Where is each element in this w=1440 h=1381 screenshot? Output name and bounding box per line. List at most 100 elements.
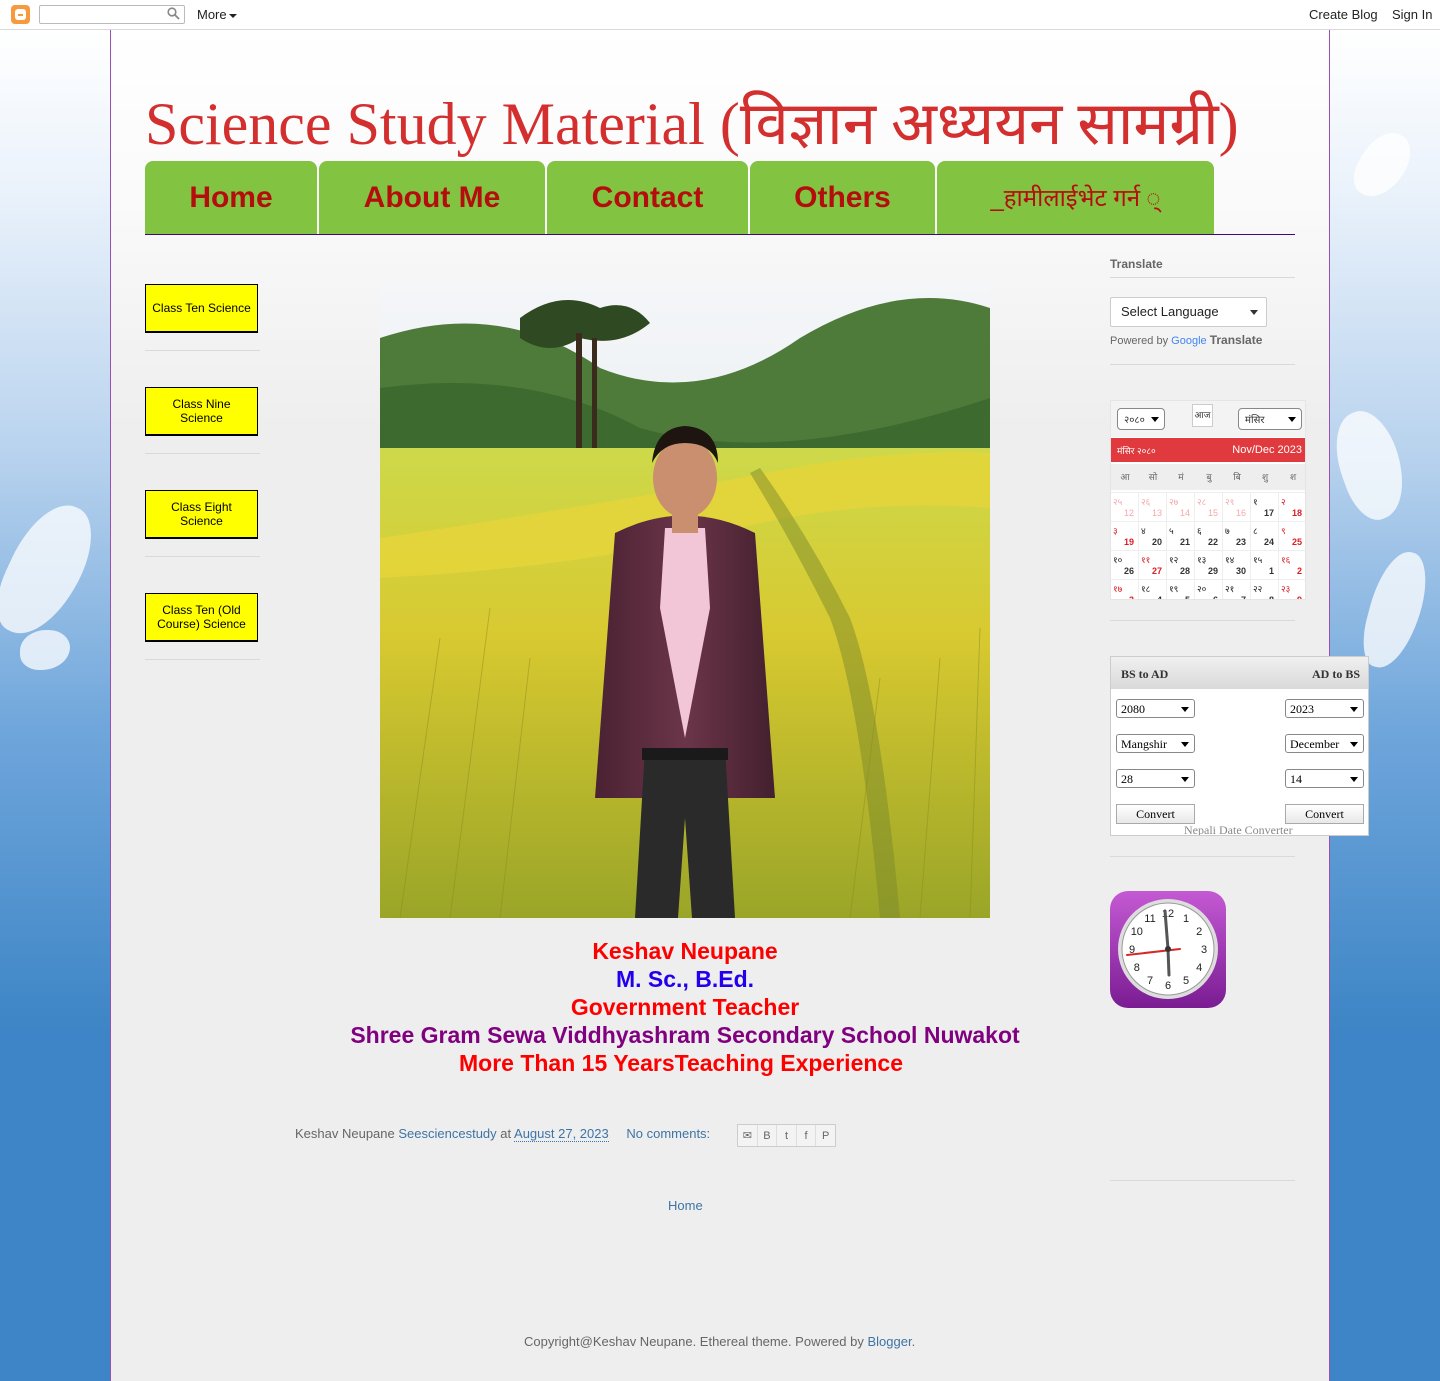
tab-others[interactable]: Others [750,161,935,234]
calendar-day-cell[interactable]: २२ 8 [1251,580,1279,599]
calendar-nepali-date: ४ [1141,526,1146,536]
bio-school: Shree Gram Sewa Viddhyashram Secondary S… [350,1022,1020,1048]
translate-link[interactable]: Translate [1210,333,1263,347]
twitter-share-icon[interactable]: t [777,1125,797,1146]
class-ten-old-course-science-button[interactable]: Class Ten (Old Course) Science [145,593,258,642]
tab-home[interactable]: Home [145,161,317,234]
calendar-day-cell[interactable]: १५ 1 [1251,551,1279,579]
class-eight-science-button[interactable]: Class Eight Science [145,490,258,539]
sign-in-link[interactable]: Sign In [1392,7,1432,22]
tab-visit-us[interactable]: _हामीलाईभेट गर्न ् [937,161,1214,234]
calendar-day-cell[interactable]: ५ 21 [1167,522,1195,550]
calendar-day-cell[interactable]: १० 26 [1111,551,1139,579]
navbar-search-input[interactable] [39,5,185,24]
calendar-day-cell[interactable]: २० 6 [1195,580,1223,599]
blogger-link[interactable]: Blogger [867,1334,911,1349]
calendar-english-date: 24 [1263,537,1274,547]
create-blog-link[interactable]: Create Blog [1309,7,1378,22]
convert-ad-to-bs-button[interactable]: Convert [1285,804,1364,824]
calendar-nepali-month: मंसिर २०८० [1117,446,1156,456]
home-link[interactable]: Home [668,1198,703,1213]
calendar-day-cell[interactable]: २५ 12 [1111,493,1139,521]
bs-year-select[interactable]: 2080 [1116,699,1195,718]
post-comments-link[interactable]: No comments: [626,1126,710,1141]
convert-bs-to-ad-button[interactable]: Convert [1116,804,1195,824]
calendar-month-select[interactable]: मंसिर [1238,408,1302,430]
ad-year-select[interactable]: 2023 [1285,699,1364,718]
clock-number: 7 [1147,975,1153,987]
search-icon[interactable] [167,7,180,20]
calendar-english-date: 14 [1179,508,1190,518]
calendar-week-row: १७ 3 १८ 4 १९ 5 २० 6 २१ 7 २२ 8 २३ 9 [1111,579,1305,600]
blogger-navbar: More Create Blog Sign In [0,0,1440,30]
post-label-link[interactable]: Seesciencestudy [398,1126,496,1141]
calendar-day-cell[interactable]: १ 17 [1251,493,1279,521]
facebook-share-icon[interactable]: f [797,1125,817,1146]
calendar-day-cell[interactable]: २१ 7 [1223,580,1251,599]
navbar-more-label[interactable]: More [197,7,227,22]
blog-title[interactable]: Science Study Material (विज्ञान अध्ययन स… [145,80,1239,162]
calendar-year-select[interactable]: २०८० [1117,408,1165,430]
translate-title: Translate [1110,257,1163,271]
calendar-day-cell[interactable]: ८ 24 [1251,522,1279,550]
calendar-day-cell[interactable]: १९ 5 [1167,580,1195,599]
calendar-day-cell[interactable]: २३ 9 [1279,580,1305,600]
calendar-day-cell[interactable]: २७ 14 [1167,493,1195,521]
ad-day-select[interactable]: 14 [1285,769,1364,788]
calendar-day-cell[interactable]: ९ 25 [1279,522,1305,550]
calendar-nepali-date: १५ [1253,555,1263,565]
calendar-day-cell[interactable]: ४ 20 [1139,522,1167,550]
calendar-day-cell[interactable]: १८ 4 [1139,580,1167,599]
blogger-logo-icon[interactable] [11,5,30,24]
calendar-day-cell[interactable]: ७ 23 [1223,522,1251,550]
calendar-day-cell[interactable]: १२ 28 [1167,551,1195,579]
calendar-nepali-date: २९ [1225,497,1235,507]
copyright-period: . [911,1334,916,1349]
sidebar-divider [145,659,260,660]
calendar-day-cell[interactable]: २६ 13 [1139,493,1167,521]
language-select[interactable]: Select Language [1110,297,1267,327]
pinterest-share-icon[interactable]: P [816,1125,835,1146]
calendar-english-date: 9 [1296,595,1302,600]
calendar-day-cell[interactable]: २ 18 [1279,493,1305,521]
calendar-day-cell[interactable]: १७ 3 [1111,580,1139,600]
calendar-english-date: 22 [1207,537,1218,547]
calendar-day-cell[interactable]: ६ 22 [1195,522,1223,550]
calendar-english-date: 3 [1128,595,1134,600]
calendar-nepali-date: १७ [1113,584,1123,594]
blogthis-share-icon[interactable]: B [758,1125,778,1146]
page-tabs: Home About Me Contact Others _हामीलाईभेट… [145,161,1295,235]
calendar-nepali-date: ७ [1225,526,1230,536]
sidebar-divider [145,556,260,557]
ad-month-select[interactable]: December [1285,734,1364,753]
calendar-nepali-date: २३ [1281,584,1291,594]
email-share-icon[interactable]: ✉ [738,1125,758,1146]
bio-experience: More Than 15 YearsTeaching Experience [458,1050,903,1076]
calendar-day-cell[interactable]: १४ 30 [1223,551,1251,579]
google-logo[interactable]: Google [1171,335,1206,347]
calendar-day-cell[interactable]: १६ 2 [1279,551,1305,579]
calendar-day-cell[interactable]: २९ 16 [1223,493,1251,521]
calendar-day-cell[interactable]: ३ 19 [1111,522,1139,550]
navbar-more-menu[interactable]: More [197,7,237,22]
class-ten-science-button[interactable]: Class Ten Science [145,284,258,333]
clock-number: 4 [1196,962,1202,974]
calendar-week-row: २५ 12 २६ 13 २७ 14 २८ 15 २९ 16 १ 17 २ 18 [1111,492,1305,521]
calendar-day-cell[interactable]: २८ 15 [1195,493,1223,521]
tab-contact[interactable]: Contact [547,161,748,234]
calendar-week-row: ३ 19 ४ 20 ५ 21 ६ 22 ७ 23 ८ 24 ९ 25 [1111,521,1305,550]
converter-footer[interactable]: Nepali Date Converter [1184,823,1293,835]
tab-about-me[interactable]: About Me [319,161,545,234]
clock-number: 5 [1183,975,1189,987]
nepali-calendar: २०८० आज मंसिर मंसिर २०८० Nov/Dec 2023 आ … [1110,400,1306,600]
calendar-day-cell[interactable]: ११ 27 [1139,551,1167,579]
post-author: Keshav Neupane [295,1126,395,1141]
post-date-link[interactable]: August 27, 2023 [514,1126,609,1142]
class-nine-science-button[interactable]: Class Nine Science [145,387,258,436]
calendar-nepali-date: १० [1113,555,1123,565]
calendar-today-button[interactable]: आज [1192,404,1213,427]
bs-day-select[interactable]: 28 [1116,769,1195,788]
calendar-day-cell[interactable]: १३ 29 [1195,551,1223,579]
copyright-footer: Copyright@Keshav Neupane. Ethereal theme… [524,1334,915,1349]
bs-month-select[interactable]: Mangshir [1116,734,1195,753]
